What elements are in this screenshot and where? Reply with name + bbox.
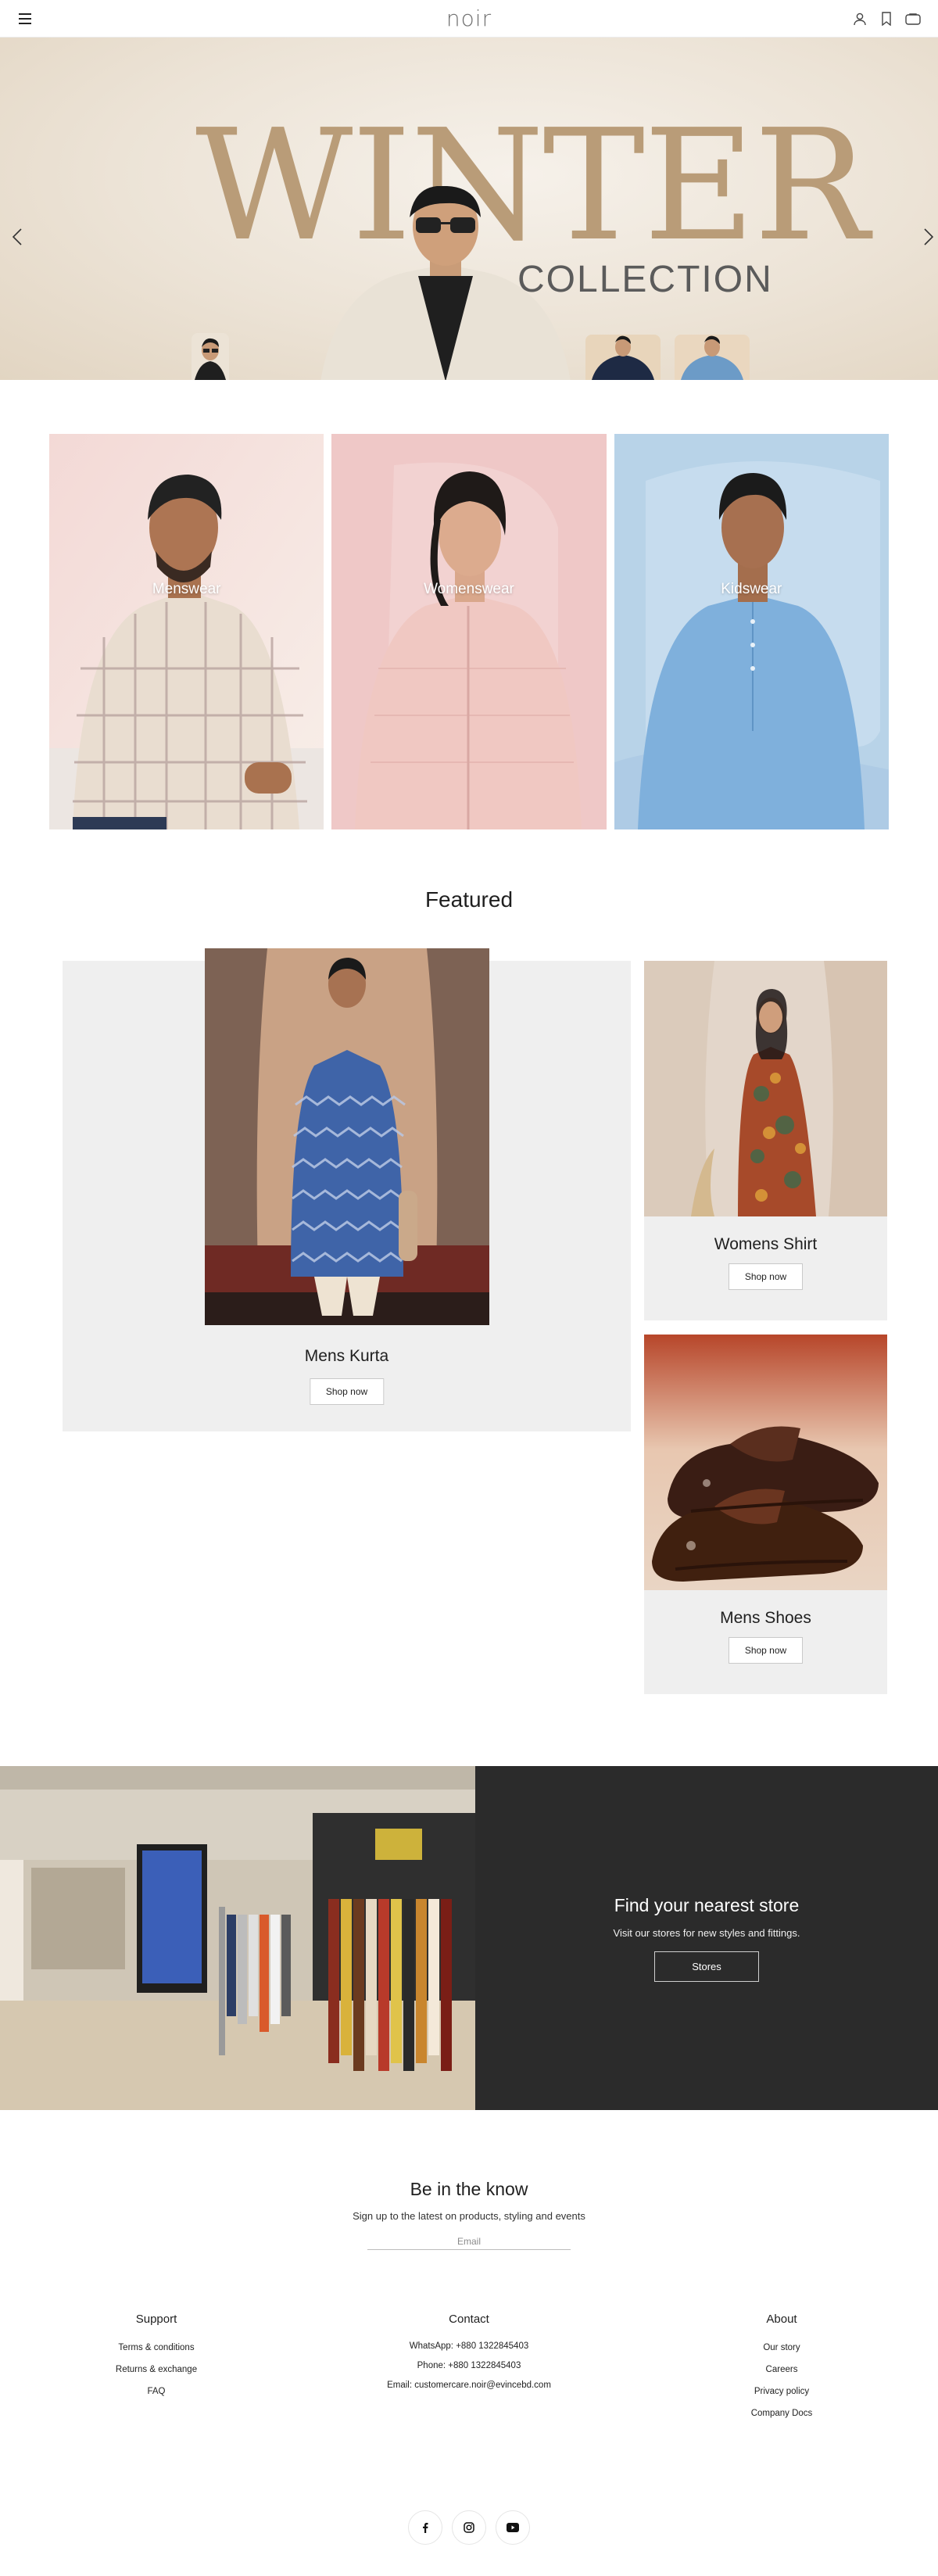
site-footer: Support Terms & conditions Returns & exc… [0, 2313, 938, 2576]
featured-card-mens-shoes[interactable]: Mens Shoes Shop now [644, 1335, 887, 1694]
menu-icon[interactable] [17, 11, 33, 27]
mens-kurta-image [205, 948, 489, 1325]
footer-heading: Support [135, 2313, 177, 2326]
hero-banner[interactable]: WINTER COLLECTION [0, 38, 938, 380]
instagram-icon[interactable] [452, 2510, 486, 2545]
header-actions [852, 11, 921, 27]
user-icon[interactable] [852, 11, 868, 27]
category-label: Kidswear [721, 581, 782, 597]
site-header: noir [0, 0, 938, 38]
hero-next-arrow[interactable] [919, 225, 938, 249]
store-title: Find your nearest store [614, 1894, 800, 1915]
stores-button[interactable]: Stores [654, 1951, 759, 1982]
bookmark-icon[interactable] [879, 11, 894, 27]
footer-link-faq[interactable]: FAQ [0, 2381, 313, 2402]
footer-link-our-story[interactable]: Our story [625, 2337, 938, 2359]
hero-subheadline: COLLECTION [517, 259, 773, 300]
footer-link-company-docs[interactable]: Company Docs [625, 2402, 938, 2424]
featured-title: Featured [424, 887, 514, 912]
hero-prev-arrow[interactable] [8, 225, 27, 249]
store-locator-section: Find your nearest store Visit our stores… [0, 1766, 938, 2110]
cart-icon[interactable] [905, 11, 921, 27]
kidswear-image [614, 434, 889, 829]
newsletter-title: Be in the know [410, 2179, 528, 2199]
social-links [0, 2510, 938, 2576]
category-label: Menswear [152, 581, 221, 597]
footer-columns: Support Terms & conditions Returns & exc… [0, 2313, 938, 2424]
womenswear-image [331, 434, 607, 829]
category-card-kidswear[interactable]: Kidswear [614, 434, 889, 829]
newsletter-subtitle: Sign up to the latest on products, styli… [353, 2210, 585, 2222]
womens-shirt-image [644, 961, 887, 1216]
youtube-icon[interactable] [496, 2510, 530, 2545]
shop-now-button[interactable]: Shop now [728, 1263, 804, 1290]
featured-grid: Mens Kurta Shop now Womens Shirt Shop no… [0, 937, 938, 1750]
brand-logo[interactable]: noir [446, 5, 492, 31]
shop-now-button[interactable]: Shop now [309, 1378, 385, 1405]
facebook-icon[interactable] [408, 2510, 442, 2545]
hero-thumbnail[interactable] [675, 335, 750, 380]
category-card-womenswear[interactable]: Womenswear [331, 434, 607, 829]
hero-thumbnail[interactable] [192, 333, 229, 380]
store-panel: Find your nearest store Visit our stores… [475, 1766, 938, 2110]
email-field[interactable] [367, 2234, 571, 2249]
footer-heading: Contact [449, 2313, 489, 2326]
contact-email[interactable]: Email: customercare.noir@evincebd.com [313, 2376, 625, 2395]
footer-link-careers[interactable]: Careers [625, 2359, 938, 2381]
store-subtitle: Visit our stores for new styles and fitt… [613, 1926, 800, 1939]
email-field-wrapper [367, 2234, 571, 2250]
featured-item-title: Mens Kurta [304, 1347, 389, 1365]
footer-link-terms[interactable]: Terms & conditions [0, 2337, 313, 2359]
store-interior-image [0, 1766, 475, 2110]
featured-card-mens-kurta[interactable]: Mens Kurta Shop now [63, 948, 631, 1431]
category-label: Womenswear [424, 581, 514, 597]
newsletter-section: Be in the know Sign up to the latest on … [0, 2110, 938, 2250]
category-card-menswear[interactable]: Menswear [49, 434, 324, 829]
contact-whatsapp[interactable]: WhatsApp: +880 1322845403 [313, 2337, 625, 2356]
footer-link-returns[interactable]: Returns & exchange [0, 2359, 313, 2381]
featured-item-title: Mens Shoes [720, 1609, 811, 1627]
shop-now-button[interactable]: Shop now [728, 1637, 804, 1664]
footer-about: About Our story Careers Privacy policy C… [625, 2313, 938, 2424]
footer-support: Support Terms & conditions Returns & exc… [0, 2313, 313, 2424]
contact-phone[interactable]: Phone: +880 1322845403 [313, 2356, 625, 2376]
hero-thumbnail[interactable] [585, 335, 661, 380]
featured-item-title: Womens Shirt [714, 1235, 818, 1253]
mens-shoes-image [644, 1335, 887, 1590]
menswear-image [49, 434, 324, 829]
footer-contact: Contact WhatsApp: +880 1322845403 Phone:… [313, 2313, 625, 2424]
featured-card-womens-shirt[interactable]: Womens Shirt Shop now [644, 961, 887, 1320]
footer-heading: About [766, 2313, 797, 2326]
category-grid: Menswear Womenswear Kidswear [0, 434, 938, 829]
footer-link-privacy[interactable]: Privacy policy [625, 2381, 938, 2402]
